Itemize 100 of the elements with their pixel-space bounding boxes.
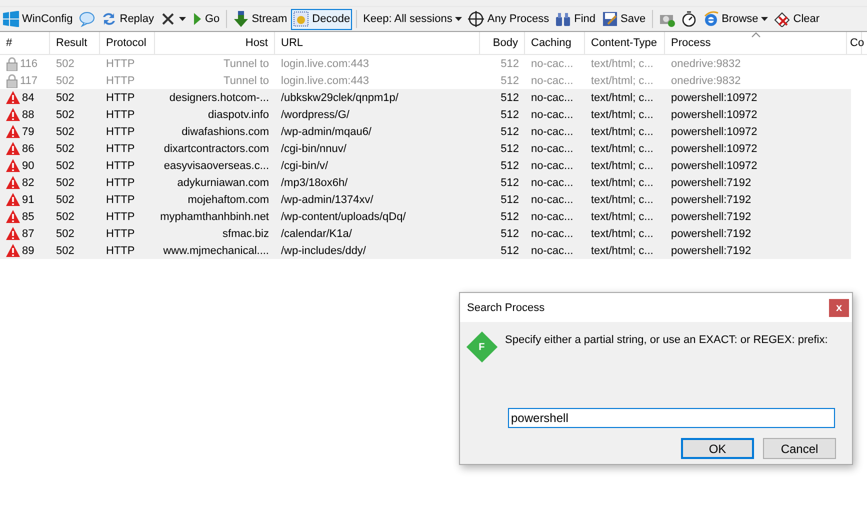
table-cell: 502: [56, 176, 74, 188]
column-header[interactable]: Protocol: [100, 32, 155, 54]
table-cell: text/html; c...: [591, 176, 654, 188]
table-cell: HTTP: [106, 228, 135, 240]
table-cell: text/html; c...: [591, 210, 654, 222]
find-button[interactable]: Find: [553, 8, 598, 30]
close-button[interactable]: x: [829, 298, 849, 316]
table-cell: HTTP: [106, 194, 135, 206]
table-cell: /wp-admin/1374xv/: [281, 194, 374, 206]
column-header[interactable]: Host: [155, 32, 275, 54]
browse-button[interactable]: Browse: [700, 8, 770, 30]
table-cell: 79: [22, 126, 34, 138]
warning-icon: [6, 244, 20, 257]
column-header[interactable]: Body: [480, 32, 525, 54]
table-cell: diwafashions.com: [182, 126, 269, 138]
table-cell: HTTP: [106, 74, 135, 86]
table-cell: 512: [500, 142, 519, 154]
table-cell: no-cac...: [531, 108, 574, 120]
table-cell: designers.hotcom-...: [169, 92, 269, 104]
session-row[interactable]: 91 502 HTTP mojehaftom.com /wp-admin/1374xv/ 512 no-cac... text/html; c... powershell:7192: [0, 191, 851, 208]
table-cell: 502: [56, 126, 74, 138]
win-config-button[interactable]: WinConfig: [1, 8, 75, 30]
column-header[interactable]: Caching: [525, 32, 585, 54]
table-cell: Tunnel to: [224, 58, 269, 70]
table-cell: 85: [22, 210, 34, 222]
table-cell: /mp3/18ox6h/: [281, 176, 348, 188]
play-icon: [192, 12, 202, 26]
table-cell: /calendar/K1a/: [281, 228, 352, 240]
table-cell: adykurniawan.com: [177, 176, 269, 188]
table-cell: powershell:10972: [671, 92, 758, 104]
replay-button[interactable]: Replay: [98, 8, 156, 30]
table-cell: text/html; c...: [591, 142, 654, 154]
warning-icon: [6, 142, 20, 155]
table-cell: 512: [500, 244, 519, 256]
column-header[interactable]: Co: [847, 32, 862, 54]
session-row[interactable]: 79 502 HTTP diwafashions.com /wp-admin/mqau6/ 512 no-cac... text/html; c... powershell:10972: [0, 123, 851, 140]
table-cell: HTTP: [106, 126, 135, 138]
table-cell: onedrive:9832: [671, 74, 741, 86]
session-row[interactable]: 87 502 HTTP sfmac.biz /calendar/K1a/ 512 no-cac... text/html; c... powershell:7192: [0, 225, 851, 242]
table-cell: 512: [500, 108, 519, 120]
table-cell: 89: [22, 244, 34, 256]
go-button[interactable]: Go: [190, 8, 222, 30]
lock-icon: [6, 74, 18, 88]
any-process-button[interactable]: Any Process: [466, 8, 552, 30]
clear-button[interactable]: Clear: [772, 8, 822, 30]
column-header[interactable]: Content-Type: [585, 32, 665, 54]
session-row[interactable]: 90 502 HTTP easyvisaoverseas.c... /cgi-bin/v/ 512 no-cac... text/html; c... powershell:10972: [0, 157, 851, 174]
warning-icon: [6, 176, 20, 189]
table-cell: Tunnel to: [224, 74, 269, 86]
table-cell: text/html; c...: [591, 244, 654, 256]
table-cell: no-cac...: [531, 160, 574, 172]
table-cell: HTTP: [106, 244, 135, 256]
save-button[interactable]: Save: [600, 8, 648, 30]
session-row[interactable]: 84 502 HTTP designers.hotcom-... /ubkskw29clek/qnpm1p/ 512 no-cac... text/html; c... powershell:10972: [0, 89, 851, 106]
diamond-logo-icon: F: [466, 331, 498, 363]
dialog-button[interactable]: OK: [681, 438, 754, 459]
session-row[interactable]: 82 502 HTTP adykurniawan.com /mp3/18ox6h/ 512 no-cac... text/html; c... powershell:7192: [0, 174, 851, 191]
table-cell: no-cac...: [531, 126, 574, 138]
warning-icon: [6, 91, 20, 104]
column-header[interactable]: URL: [275, 32, 480, 54]
table-cell: text/html; c...: [591, 228, 654, 240]
table-cell: no-cac...: [531, 210, 574, 222]
table-cell: 502: [56, 58, 74, 70]
decode-button[interactable]: Decode: [291, 8, 352, 30]
table-cell: HTTP: [106, 160, 135, 172]
table-cell: 117: [20, 74, 38, 86]
table-cell: 84: [22, 92, 34, 104]
session-row[interactable]: 89 502 HTTP www.mjmechanical.... /wp-includes/ddy/ 512 no-cac... text/html; c... powershell:7192: [0, 242, 851, 259]
table-cell: HTTP: [106, 142, 135, 154]
table-cell: no-cac...: [531, 194, 574, 206]
table-cell: powershell:10972: [671, 160, 758, 172]
column-header[interactable]: Result: [50, 32, 100, 54]
table-cell: 502: [56, 74, 74, 86]
search-input-field[interactable]: powershell: [508, 408, 835, 428]
table-cell: powershell:7192: [671, 228, 752, 240]
table-cell: no-cac...: [531, 74, 574, 86]
session-row[interactable]: 85 502 HTTP myphamthanhbinh.net /wp-content/uploads/qDq/ 512 no-cac... text/html; c... powershell:7192: [0, 208, 851, 225]
table-cell: text/html; c...: [591, 58, 654, 70]
dialog-button[interactable]: Cancel: [763, 438, 836, 459]
column-header[interactable]: #: [0, 32, 50, 54]
session-row[interactable]: 86 502 HTTP dixartcontractors.com /cgi-bin/nnuv/ 512 no-cac... text/html; c... powershell:10972: [0, 140, 851, 157]
crosshair-icon: [468, 11, 484, 27]
table-cell: /wordpress/G/: [281, 108, 350, 120]
table-cell: 512: [500, 160, 519, 172]
table-cell: HTTP: [106, 176, 135, 188]
table-cell: dixartcontractors.com: [164, 142, 269, 154]
table-cell: 87: [22, 228, 34, 240]
stream-button[interactable]: Stream: [230, 8, 290, 30]
table-cell: HTTP: [106, 210, 135, 222]
session-row[interactable]: 88 502 HTTP diaspotv.info /wordpress/G/ 512 no-cac... text/html; c... powershell:10972: [0, 106, 851, 123]
keep-sessions-dropdown[interactable]: Keep: All sessions: [361, 8, 464, 30]
replay-arrows-icon: [100, 11, 117, 27]
column-header[interactable]: Process: [665, 32, 847, 54]
table-cell: 512: [500, 92, 519, 104]
table-cell: 90: [22, 160, 34, 172]
table-cell: login.live.com:443: [281, 74, 370, 86]
warning-icon: [6, 159, 20, 172]
table-cell: 512: [500, 74, 519, 86]
table-cell: /wp-content/uploads/qDq/: [281, 210, 406, 222]
table-cell: 502: [56, 194, 74, 206]
